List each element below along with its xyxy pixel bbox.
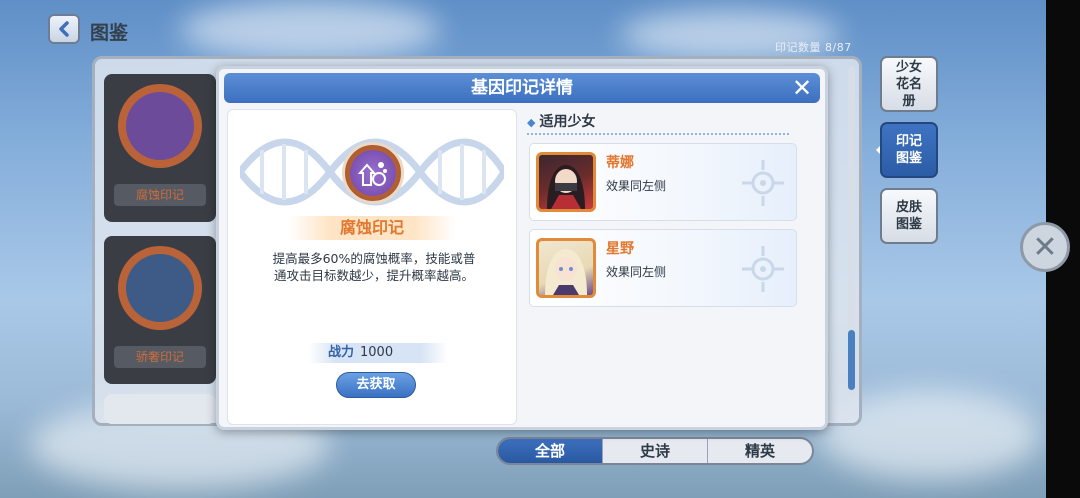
back-button[interactable] bbox=[48, 14, 80, 44]
section-heading: ◆ 适用少女 bbox=[527, 111, 595, 131]
cloud-decoration bbox=[180, 0, 440, 60]
girl-card[interactable]: 蒂娜 效果同左侧 bbox=[529, 143, 797, 221]
tab-mark-codex[interactable]: 印记图鉴 bbox=[880, 122, 938, 178]
tab-girl-roster[interactable]: 少女花名册 bbox=[880, 56, 938, 112]
diamond-icon: ◆ bbox=[527, 116, 536, 129]
mark-detail-dialog: 基因印记详情 ✕ 腐蚀印记 提高最多60%的腐蚀概率，技能或普通攻击目标数越少，… bbox=[216, 66, 828, 430]
mark-card[interactable]: 骄奢印记 bbox=[104, 236, 216, 384]
section-heading-text: 适用少女 bbox=[539, 114, 596, 130]
chevron-left-icon bbox=[59, 21, 69, 37]
tab-label: 印记图鉴 bbox=[895, 134, 922, 166]
mark-info-pane: 腐蚀印记 提高最多60%的腐蚀概率，技能或普通攻击目标数越少，提升概率越高。 战… bbox=[227, 109, 517, 425]
dialog-header: 基因印记详情 ✕ bbox=[224, 73, 820, 103]
girl-card[interactable]: 星野 效果同左侧 bbox=[529, 229, 797, 307]
tab-label: 少女花名册 bbox=[895, 59, 922, 109]
dialog-title: 基因印记详情 bbox=[471, 78, 573, 98]
tab-label: 皮肤图鉴 bbox=[895, 200, 922, 232]
applicable-girls-pane: ◆ 适用少女 蒂娜 效果同左侧 星野 效果同左侧 bbox=[523, 109, 821, 423]
close-button[interactable]: ✕ bbox=[790, 76, 814, 100]
mark-description: 提高最多60%的腐蚀概率，技能或普通攻击目标数越少，提升概率越高。 bbox=[272, 251, 476, 283]
girl-effect: 效果同左侧 bbox=[606, 179, 667, 193]
combat-power: 战力 1000 bbox=[308, 343, 448, 363]
corrosion-mark-icon bbox=[342, 142, 404, 204]
girl-portrait-avatar bbox=[536, 152, 596, 212]
tab-skin-codex[interactable]: 皮肤图鉴 bbox=[880, 188, 938, 244]
girl-name: 星野 bbox=[606, 241, 634, 257]
filter-all[interactable]: 全部 bbox=[498, 439, 603, 463]
divider bbox=[527, 133, 789, 135]
filter-epic[interactable]: 史诗 bbox=[603, 439, 708, 463]
filter-elite[interactable]: 精英 bbox=[708, 439, 812, 463]
page-title: 图鉴 bbox=[90, 22, 129, 44]
power-label: 战力 bbox=[328, 345, 355, 360]
scrollbar-thumb[interactable] bbox=[848, 330, 855, 390]
acquire-button[interactable]: 去获取 bbox=[336, 372, 416, 398]
close-icon[interactable]: ✕ bbox=[1020, 222, 1070, 272]
mark-watermark-icon bbox=[742, 160, 784, 206]
power-value: 1000 bbox=[360, 345, 394, 360]
mark-card[interactable]: 腐蚀印记 bbox=[104, 74, 216, 222]
mark-card-label: 腐蚀印记 bbox=[114, 184, 206, 206]
rarity-filter: 全部 史诗 精英 bbox=[496, 437, 814, 465]
mark-name-banner: 腐蚀印记 bbox=[288, 216, 456, 240]
girl-effect: 效果同左侧 bbox=[606, 265, 667, 279]
mark-card[interactable] bbox=[104, 394, 216, 424]
mark-medal-icon bbox=[118, 246, 202, 330]
girl-portrait-avatar bbox=[536, 238, 596, 298]
mark-name: 腐蚀印记 bbox=[339, 218, 404, 237]
mark-count: 印记数量 8/87 bbox=[775, 41, 852, 54]
mark-card-label: 骄奢印记 bbox=[114, 346, 206, 368]
mark-medal-icon bbox=[118, 84, 202, 168]
girl-name: 蒂娜 bbox=[606, 155, 634, 171]
mark-watermark-icon bbox=[742, 246, 784, 292]
